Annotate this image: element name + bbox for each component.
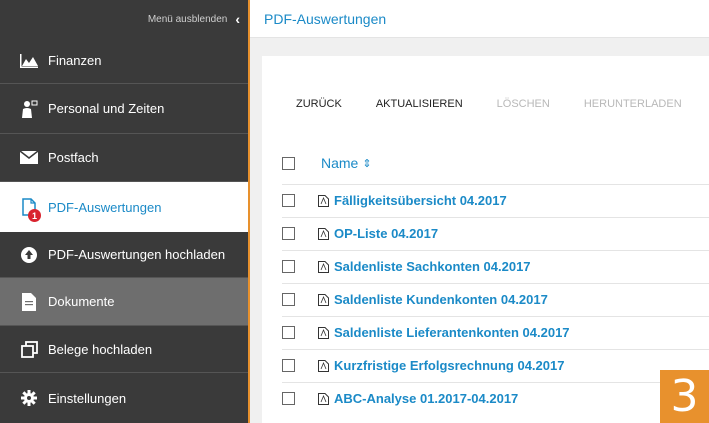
row-checkbox[interactable] [282, 326, 295, 339]
refresh-button[interactable]: AKTUALISIEREN [376, 98, 463, 110]
sidebar-item-label: Postfach [48, 150, 99, 165]
file-link[interactable]: Saldenliste Lieferantenkonten 04.2017 [334, 325, 570, 340]
mail-icon [20, 149, 38, 167]
sidebar-item-label: Einstellungen [48, 390, 127, 406]
toolbar: ZURÜCK AKTUALISIEREN LÖSCHEN HERUNTERLAD… [296, 98, 709, 110]
row-checkbox[interactable] [282, 227, 295, 240]
sidebar-item-label: Dokumente [48, 294, 115, 309]
download-button[interactable]: HERUNTERLADEN [584, 98, 682, 110]
sidebar-item-belege-hochladen[interactable]: Belege hochladen [0, 326, 248, 373]
sidebar-item-einstellungen[interactable]: Einstellungen [0, 373, 248, 423]
sidebar-item-finanzen[interactable]: Finanzen [0, 38, 248, 84]
sidebar-item-label: Belege hochladen [48, 341, 153, 357]
table-row[interactable]: ABC-Analyse 01.2017-04.2017 [282, 382, 709, 414]
pdf-file-icon [318, 227, 329, 240]
sidebar-item-label: PDF-Auswertungen [48, 199, 162, 215]
delete-button[interactable]: LÖSCHEN [497, 98, 550, 110]
table-row[interactable]: Saldenliste Kundenkonten 04.2017 [282, 283, 709, 315]
hide-menu-toggle[interactable]: Menü ausblenden ‹ [0, 0, 248, 38]
back-button[interactable]: ZURÜCK [296, 98, 342, 110]
row-checkbox[interactable] [282, 194, 295, 207]
upload-icon [20, 246, 38, 264]
table-row[interactable]: Kurzfristige Erfolgsrechnung 04.2017 [282, 349, 709, 381]
file-link[interactable]: ABC-Analyse 01.2017-04.2017 [334, 391, 518, 406]
row-checkbox[interactable] [282, 260, 295, 273]
row-checkbox[interactable] [282, 293, 295, 306]
document-icon [20, 292, 38, 311]
row-checkbox[interactable] [282, 359, 295, 372]
pdf-file-icon [318, 260, 329, 273]
pdf-file-icon [318, 293, 329, 306]
table-row[interactable]: Fälligkeitsübersicht 04.2017 [282, 184, 709, 216]
step-number-badge: 3 [660, 370, 709, 423]
sidebar-item-label: PDF-Auswertungen hochladen [48, 247, 226, 262]
sidebar-item-label: Finanzen [48, 53, 102, 68]
hide-menu-label: Menü ausblenden [147, 13, 228, 25]
table-row[interactable]: Saldenliste Lieferantenkonten 04.2017 [282, 316, 709, 348]
person-icon [20, 100, 38, 118]
file-link[interactable]: Fälligkeitsübersicht 04.2017 [334, 193, 507, 208]
row-checkbox[interactable] [282, 392, 295, 405]
sidebar-item-pdf-auswertungen[interactable]: 1 PDF-Auswertungen [0, 182, 248, 232]
table-row[interactable]: Saldenliste Sachkonten 04.2017 [282, 250, 709, 282]
sidebar-item-dokumente[interactable]: Dokumente [0, 278, 248, 326]
list-header: Name ⇕ [282, 155, 372, 171]
chart-icon [20, 52, 38, 70]
pdf-file-icon [318, 194, 329, 207]
page-header: PDF-Auswertungen [250, 0, 709, 38]
sidebar-item-label: Personal und Zeiten [48, 101, 165, 116]
table-row[interactable]: OP-Liste 04.2017 [282, 217, 709, 249]
sidebar-item-personal[interactable]: Personal und Zeiten [0, 84, 248, 134]
notification-badge: 1 [28, 209, 41, 222]
column-header-name[interactable]: Name [321, 155, 358, 171]
file-link[interactable]: Saldenliste Kundenkonten 04.2017 [334, 292, 548, 307]
sidebar: Menü ausblenden ‹ Finanzen Personal und … [0, 0, 248, 423]
pdf-file-icon [318, 392, 329, 405]
pdf-file-icon [318, 359, 329, 372]
copy-icon [20, 340, 38, 358]
sidebar-item-postfach[interactable]: Postfach [0, 134, 248, 182]
chevron-left-icon: ‹ [235, 11, 240, 27]
file-link[interactable]: Kurzfristige Erfolgsrechnung 04.2017 [334, 358, 564, 373]
sidebar-item-pdf-hochladen[interactable]: PDF-Auswertungen hochladen [0, 232, 248, 278]
select-all-checkbox[interactable] [282, 156, 295, 170]
pdf-file-icon [318, 326, 329, 339]
gear-icon [20, 389, 38, 407]
file-link[interactable]: OP-Liste 04.2017 [334, 226, 438, 241]
pdf-file-icon: 1 [20, 198, 41, 222]
file-link[interactable]: Saldenliste Sachkonten 04.2017 [334, 259, 531, 274]
page-title: PDF-Auswertungen [264, 10, 387, 27]
sort-icon[interactable]: ⇕ [362, 157, 371, 170]
